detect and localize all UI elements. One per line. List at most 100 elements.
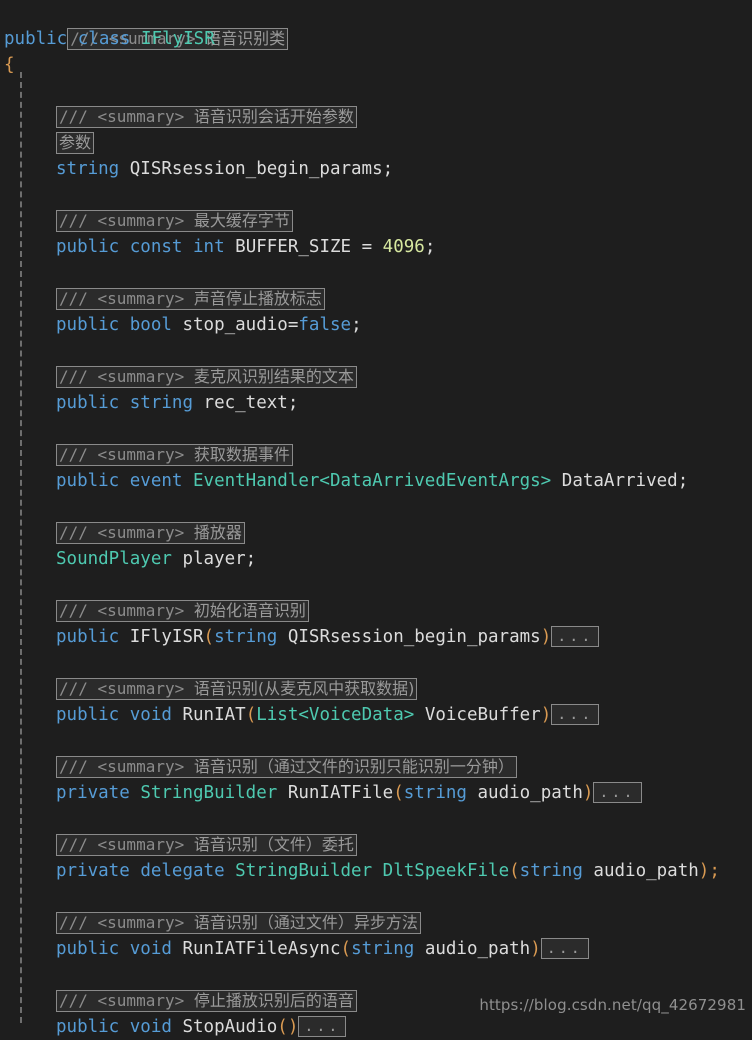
collapsed-body-box[interactable]: ... [551, 703, 600, 725]
code-token-identifier: DataArrived [561, 471, 678, 491]
collapsed-body-box[interactable]: ... [298, 1015, 347, 1037]
code-token-bracket: ( [393, 783, 404, 803]
doc-comment-slashes: /// <summary> [59, 445, 194, 464]
code-token-identifier: RunIATFileAsync [182, 939, 341, 959]
code-token-keyword: false [298, 315, 352, 335]
open-brace: { [4, 55, 15, 75]
member-signature-line: public string rec_text; [0, 390, 752, 416]
code-token-keyword: public [56, 315, 120, 335]
code-token-plain: ; [351, 315, 362, 335]
code-token-bracket: ( [509, 861, 520, 881]
code-token-identifier: StopAudio [182, 1017, 278, 1037]
code-token-bracket: ( [203, 627, 215, 647]
collapsed-doc-comment-continuation-box[interactable]: 参数 [56, 132, 95, 154]
class-keyword: class [77, 29, 131, 49]
class-doc-comment-line: /// <summary> 语音识别类 [0, 0, 752, 50]
member-doc-comment-line: /// <summary> 播放器 [0, 520, 752, 546]
class-name: IFlyISR [141, 29, 215, 49]
doc-comment-slashes: /// <summary> [59, 211, 194, 230]
class-open-brace-line: { [0, 52, 752, 78]
code-token-identifier: stop_audio [182, 315, 288, 335]
code-token-keyword: string [56, 159, 120, 179]
collapsed-doc-comment-box[interactable]: /// <summary> 语音识别（通过文件的识别只能识别一分钟） [56, 756, 517, 778]
collapsed-doc-comment-box[interactable]: /// <summary> 语音识别（通过文件）异步方法 [56, 912, 421, 934]
member-signature-line: public event EventHandler<DataArrivedEve… [0, 468, 752, 494]
member-doc-comment-line: /// <summary> 语音识别（文件）委托 [0, 832, 752, 858]
doc-comment-slashes: /// <summary> [59, 679, 194, 698]
doc-comment-slashes: /// <summary> [59, 523, 194, 542]
class-members-list[interactable]: /// <summary> 语音识别会话开始参数 参数 string QISRses… [0, 78, 752, 1040]
doc-comment-slashes: /// <summary> [59, 601, 194, 620]
collapsed-doc-comment-box[interactable]: /// <summary> 语音识别会话开始参数 [56, 106, 357, 128]
code-token-bracket: () [277, 1017, 299, 1037]
collapsed-doc-comment-box[interactable]: /// <summary> 语音识别(从麦克风中获取数据) [56, 678, 418, 700]
code-token-keyword: bool [129, 315, 172, 335]
collapsed-body-box[interactable]: ... [551, 625, 600, 647]
doc-comment-text: 停止播放识别后的语音 [193, 991, 354, 1010]
doc-comment-text: 语音识别（通过文件）异步方法 [193, 913, 418, 932]
collapsed-doc-comment-box[interactable]: /// <summary> 最大缓存字节 [56, 210, 293, 232]
member-doc-comment-line: /// <summary> 麦克风识别结果的文本 [0, 364, 752, 390]
collapsed-body-box[interactable]: ... [593, 781, 642, 803]
code-token-keyword: event [129, 471, 183, 491]
collapsed-body-box[interactable]: ... [540, 937, 589, 959]
member-doc-comment-line: /// <summary> 语音识别（通过文件）异步方法 [0, 910, 752, 936]
member-doc-comment-line: /// <summary> 初始化语音识别 [0, 598, 752, 624]
code-editor-surface[interactable]: /// <summary> 语音识别类 public class IFlyISR… [0, 0, 752, 1037]
code-token-plain: ; [245, 549, 257, 569]
collapsed-doc-comment-box[interactable]: /// <summary> 停止播放识别后的语音 [56, 990, 357, 1012]
code-token-plain: ; [287, 393, 299, 413]
collapsed-doc-comment-box[interactable]: /// <summary> 麦克风识别结果的文本 [56, 366, 357, 388]
code-token-plain: = [287, 315, 299, 335]
code-token-keyword: void [129, 939, 172, 959]
code-token-identifier: QISRsession_begin_params [287, 627, 541, 647]
collapsed-doc-comment-box[interactable]: /// <summary> 初始化语音识别 [56, 600, 309, 622]
code-token-type: EventHandler<DataArrivedEventArgs> [193, 471, 552, 491]
code-content[interactable]: /// <summary> 语音识别类 public class IFlyISR… [0, 0, 752, 1040]
code-token-keyword: string [214, 627, 278, 647]
doc-comment-text: 语音识别类 [205, 29, 286, 48]
collapsed-doc-comment-box[interactable]: /// <summary> 声音停止播放标志 [56, 288, 325, 310]
code-token-bracket: ( [340, 939, 352, 959]
code-token-keyword: string [129, 393, 193, 413]
doc-comment-text: 获取数据事件 [193, 445, 290, 464]
collapsed-doc-comment-box[interactable]: /// <summary> 语音识别（文件）委托 [56, 834, 357, 856]
member-signature-line: string QISRsession_begin_params; [0, 156, 752, 182]
code-token-identifier: IFlyISR [129, 627, 204, 647]
code-token-identifier: player [182, 549, 246, 569]
code-token-plain: ; [677, 471, 689, 491]
collapsed-doc-comment-box[interactable]: /// <summary> 获取数据事件 [56, 444, 293, 466]
collapsed-doc-comment-box[interactable]: /// <summary> 播放器 [56, 522, 245, 544]
code-token-identifier: RunIAT [182, 705, 246, 725]
code-token-bracket: ); [698, 861, 720, 881]
class-declaration-line: public class IFlyISR [0, 26, 752, 52]
code-token-plain: ; [424, 237, 436, 257]
code-token-keyword: public [56, 237, 120, 257]
member-signature-line: public void RunIAT(List<VoiceData> Voice… [0, 702, 752, 728]
doc-comment-text: 语音识别（文件）委托 [193, 835, 354, 854]
doc-comment-slashes: /// <summary> [59, 367, 194, 386]
doc-comment-slashes: /// <summary> [59, 991, 194, 1010]
code-token-bracket: ) [582, 783, 594, 803]
